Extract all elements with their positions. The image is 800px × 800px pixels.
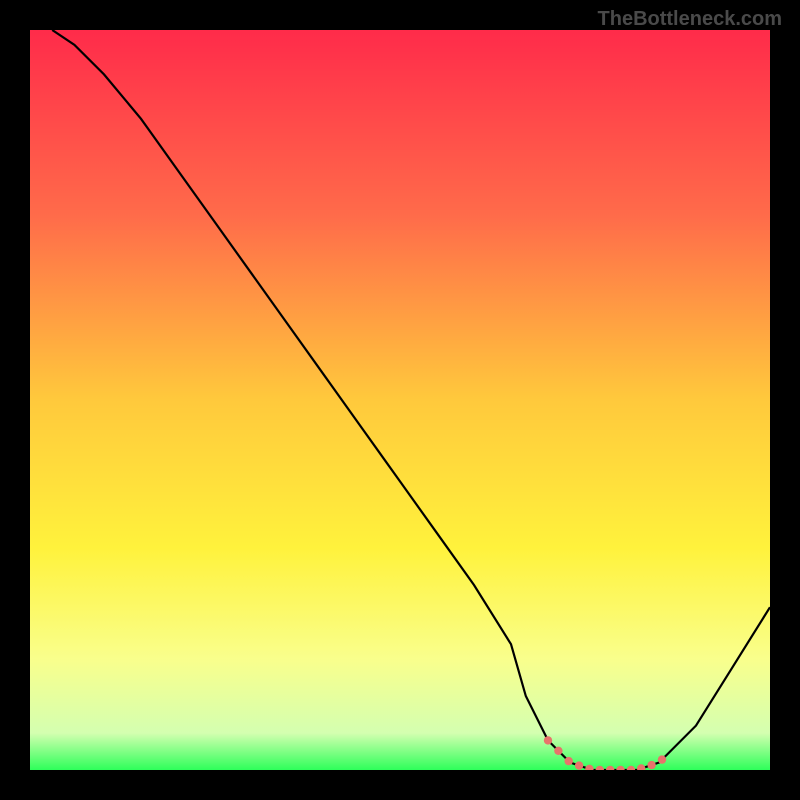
- watermark-text: TheBottleneck.com: [598, 8, 782, 31]
- bottleneck-curve: [30, 30, 770, 770]
- plot-area: [30, 30, 770, 770]
